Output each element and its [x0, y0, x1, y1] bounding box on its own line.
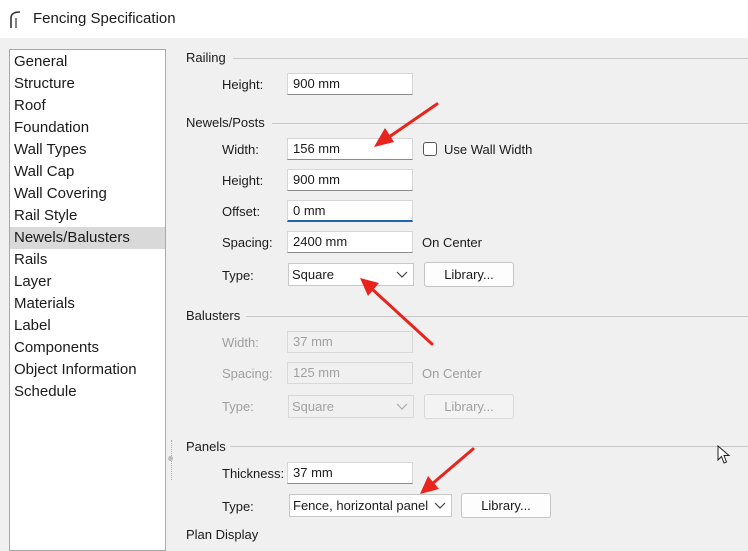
- panels-group-label: Panels: [186, 439, 226, 454]
- baluster-type-value: Square: [292, 399, 334, 414]
- baluster-library-button[interactable]: Library...: [424, 394, 514, 419]
- baluster-type-select[interactable]: Square: [288, 395, 414, 418]
- nav-item-schedule[interactable]: Schedule: [10, 381, 165, 403]
- nav-item-general[interactable]: General: [10, 51, 165, 73]
- nav-item-rail-style[interactable]: Rail Style: [10, 205, 165, 227]
- nav-item-rails[interactable]: Rails: [10, 249, 165, 271]
- panel-type-value: Fence, horizontal panel: [293, 498, 429, 513]
- newel-offset-label: Offset:: [222, 204, 261, 219]
- baluster-spacing-input[interactable]: 125 mm: [287, 362, 413, 384]
- plan-display-group-label: Plan Display: [186, 527, 259, 542]
- newel-width-input[interactable]: 156 mm: [287, 138, 413, 160]
- nav-item-wall-types[interactable]: Wall Types: [10, 139, 165, 161]
- newel-type-select[interactable]: Square: [288, 263, 414, 286]
- nav-item-roof[interactable]: Roof: [10, 95, 165, 117]
- nav-item-wall-cap[interactable]: Wall Cap: [10, 161, 165, 183]
- railing-height-label: Height:: [222, 77, 264, 92]
- newels-group-divider: [272, 123, 748, 124]
- use-wall-width-checkbox[interactable]: [423, 142, 437, 156]
- nav-item-foundation[interactable]: Foundation: [10, 117, 165, 139]
- chevron-down-icon: [396, 403, 408, 410]
- category-list[interactable]: General Structure Roof Foundation Wall T…: [9, 49, 166, 551]
- panel-thickness-input[interactable]: 37 mm: [287, 462, 413, 484]
- balusters-group-divider: [246, 316, 748, 317]
- newel-width-label: Width:: [222, 142, 259, 157]
- railing-height-input[interactable]: 900 mm: [287, 73, 413, 95]
- chevron-down-icon: [396, 271, 408, 278]
- nav-item-wall-covering[interactable]: Wall Covering: [10, 183, 165, 205]
- newel-height-input[interactable]: 900 mm: [287, 169, 413, 191]
- newel-library-button[interactable]: Library...: [424, 262, 514, 287]
- nav-item-structure[interactable]: Structure: [10, 73, 165, 95]
- newel-spacing-suffix: On Center: [422, 235, 482, 250]
- railing-group-divider: [233, 58, 748, 59]
- nav-item-object-information[interactable]: Object Information: [10, 359, 165, 381]
- baluster-type-label: Type:: [222, 399, 254, 414]
- newel-spacing-input[interactable]: 2400 mm: [287, 231, 413, 253]
- newels-group-label: Newels/Posts: [186, 115, 265, 130]
- panel-library-button[interactable]: Library...: [461, 493, 551, 518]
- panel-thickness-label: Thickness:: [222, 466, 285, 481]
- nav-item-components[interactable]: Components: [10, 337, 165, 359]
- baluster-width-input[interactable]: 37 mm: [287, 331, 413, 353]
- panel-type-select[interactable]: Fence, horizontal panel: [289, 494, 452, 517]
- balusters-group-label: Balusters: [186, 308, 241, 323]
- nav-item-materials[interactable]: Materials: [10, 293, 165, 315]
- window-title: Fencing Specification: [33, 10, 176, 27]
- title-bar: Fencing Specification: [0, 0, 748, 38]
- arrow-to-panel-type: [420, 447, 475, 494]
- use-wall-width-label[interactable]: Use Wall Width: [444, 142, 532, 157]
- nav-item-layer[interactable]: Layer: [10, 271, 165, 293]
- newel-spacing-label: Spacing:: [222, 235, 273, 250]
- mouse-cursor-icon: [717, 445, 731, 464]
- chevron-down-icon: [434, 502, 446, 509]
- railing-app-icon: [10, 11, 21, 28]
- newel-type-label: Type:: [222, 268, 254, 283]
- panels-group-divider: [230, 446, 748, 447]
- newel-type-value: Square: [292, 267, 334, 282]
- baluster-spacing-suffix: On Center: [422, 366, 482, 381]
- splitter-grip[interactable]: [168, 456, 173, 461]
- baluster-width-label: Width:: [222, 335, 259, 350]
- baluster-spacing-label: Spacing:: [222, 366, 273, 381]
- newel-offset-input[interactable]: 0 mm: [287, 200, 413, 222]
- railing-group-label: Railing: [186, 50, 226, 65]
- newel-height-label: Height:: [222, 173, 264, 188]
- nav-item-label[interactable]: Label: [10, 315, 165, 337]
- nav-item-newels-balusters[interactable]: Newels/Balusters: [10, 227, 165, 249]
- panel-type-label: Type:: [222, 499, 254, 514]
